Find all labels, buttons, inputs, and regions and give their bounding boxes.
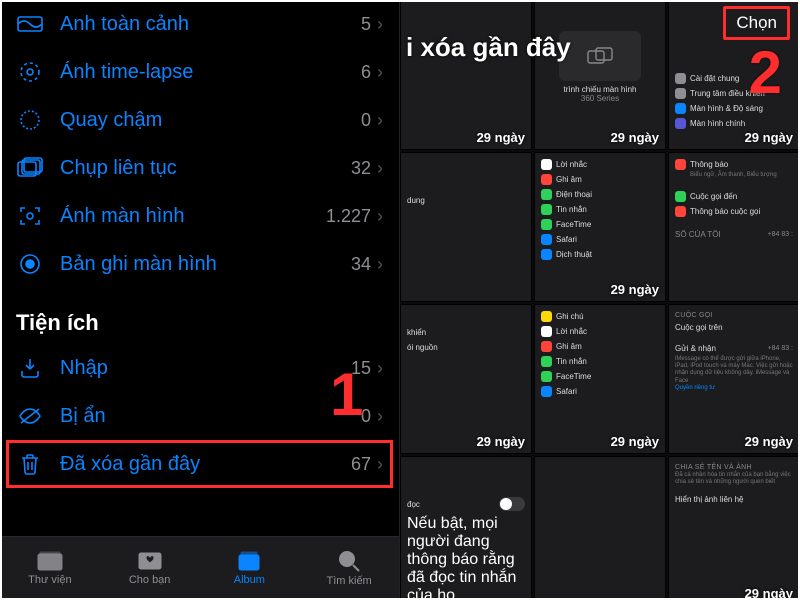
days-remaining: 29 ngày: [611, 282, 659, 297]
timelapse-icon: [16, 60, 44, 84]
chevron-right-icon: ›: [377, 206, 383, 227]
import-icon: [16, 357, 44, 379]
thumbnail[interactable]: Chia sẻ tên và ảnh Đã cá nhân hóa tin nh…: [668, 456, 800, 600]
chevron-right-icon: ›: [377, 358, 383, 379]
thumbnail-grid: 29 ngày trình chiếu màn hình 360 Series …: [400, 0, 800, 600]
album-row-screenshots[interactable]: Ảnh màn hình 1.227 ›: [0, 192, 399, 240]
slowmo-icon: [16, 108, 44, 132]
tab-search[interactable]: Tìm kiếm: [299, 537, 399, 600]
thumbnail[interactable]: trình chiếu màn hình 360 Series 29 ngày: [534, 0, 666, 150]
album-label: Ảnh màn hình: [60, 205, 326, 228]
chevron-right-icon: ›: [377, 110, 383, 131]
thumbnail[interactable]: khiển ói nguồn 29 ngày: [400, 304, 532, 454]
album-label: Nhập: [60, 357, 351, 380]
album-count: 0: [361, 110, 371, 131]
album-label: Quay chậm: [60, 109, 361, 132]
screen-record-icon: [16, 252, 44, 276]
thumbnail[interactable]: [534, 456, 666, 600]
tab-for-you[interactable]: Cho bạn: [100, 537, 200, 600]
album-count: 0: [361, 406, 371, 427]
hidden-icon: [16, 406, 44, 426]
recently-deleted-panel: 29 ngày trình chiếu màn hình 360 Series …: [400, 0, 800, 600]
page-title: i xóa gần đây: [406, 32, 571, 63]
tab-label: Tìm kiếm: [327, 575, 372, 587]
chevron-right-icon: ›: [377, 62, 383, 83]
chevron-right-icon: ›: [377, 454, 383, 475]
album-label: Đã xóa gần đây: [60, 453, 351, 476]
thumbnail[interactable]: CUỘC GỌI Cuộc gọi trên Gửi & nhận+84 83 …: [668, 304, 800, 454]
screenshot-icon: [16, 204, 44, 228]
albums-panel: Anh toàn cảnh 5 › Ảnh time-lapse 6 › Qua…: [0, 0, 400, 600]
album-label: Ảnh time-lapse: [60, 61, 361, 84]
album-count: 15: [351, 358, 371, 379]
chevron-right-icon: ›: [377, 158, 383, 179]
thumbnail[interactable]: dung: [400, 152, 532, 302]
tab-label: Cho bạn: [129, 574, 171, 586]
album-row-slowmo[interactable]: Quay chậm 0 ›: [0, 96, 399, 144]
album-count: 6: [361, 62, 371, 83]
days-remaining: 29 ngày: [477, 130, 525, 145]
days-remaining: 29 ngày: [745, 434, 793, 449]
album-row-import[interactable]: Nhập 15 ›: [0, 344, 399, 392]
chevron-right-icon: ›: [377, 406, 383, 427]
album-count: 5: [361, 14, 371, 35]
album-label: Anh toàn cảnh: [60, 13, 361, 36]
album-count: 32: [351, 158, 371, 179]
burst-icon: [16, 157, 44, 179]
album-row-timelapse[interactable]: Ảnh time-lapse 6 ›: [0, 48, 399, 96]
days-remaining: 29 ngày: [477, 434, 525, 449]
days-remaining: 29 ngày: [611, 130, 659, 145]
tab-label: Thư viện: [28, 574, 71, 586]
album-count: 67: [351, 454, 371, 475]
trash-icon: [16, 453, 44, 475]
album-label: Chụp liên tục: [60, 157, 351, 180]
utilities-header: Tiện ích: [0, 288, 399, 344]
album-row-screenrec[interactable]: Bản ghi màn hình 34 ›: [0, 240, 399, 288]
tab-albums[interactable]: Album: [200, 537, 300, 600]
panorama-icon: [16, 14, 44, 34]
thumbnail[interactable]: 29 ngày: [400, 0, 532, 150]
tab-bar: Thư viện Cho bạn Album Tìm kiếm: [0, 536, 399, 600]
album-label: Bản ghi màn hình: [60, 253, 351, 276]
days-remaining: 29 ngày: [745, 586, 793, 600]
chevron-right-icon: ›: [377, 254, 383, 275]
album-row-panorama[interactable]: Anh toàn cảnh 5 ›: [0, 0, 399, 48]
albums-list: Anh toàn cảnh 5 › Ảnh time-lapse 6 › Qua…: [0, 0, 399, 488]
thumbnail[interactable]: Ghi chú Lời nhắc Ghi âm Tin nhắn FaceTim…: [534, 304, 666, 454]
thumbnail[interactable]: Thông báo Biểu ngữ, Âm thanh, Biểu tượng…: [668, 152, 800, 302]
album-count: 34: [351, 254, 371, 275]
select-button[interactable]: Chọn: [723, 6, 790, 40]
album-row-burst[interactable]: Chụp liên tục 32 ›: [0, 144, 399, 192]
chevron-right-icon: ›: [377, 14, 383, 35]
album-row-recently-deleted[interactable]: Đã xóa gần đây 67 ›: [0, 440, 399, 488]
days-remaining: 29 ngày: [611, 434, 659, 449]
album-row-hidden[interactable]: Bị ẩn 0 ›: [0, 392, 399, 440]
tab-library[interactable]: Thư viện: [0, 537, 100, 600]
tab-label: Album: [234, 574, 265, 586]
album-count: 1.227: [326, 206, 371, 227]
days-remaining: 29 ngày: [745, 130, 793, 145]
thumbnail[interactable]: đọc Nếu bật, mọi người đang thông báo rằ…: [400, 456, 532, 600]
album-label: Bị ẩn: [60, 405, 361, 428]
thumbnail[interactable]: Lời nhắc Ghi âm Điện thoại Tin nhắn Face…: [534, 152, 666, 302]
